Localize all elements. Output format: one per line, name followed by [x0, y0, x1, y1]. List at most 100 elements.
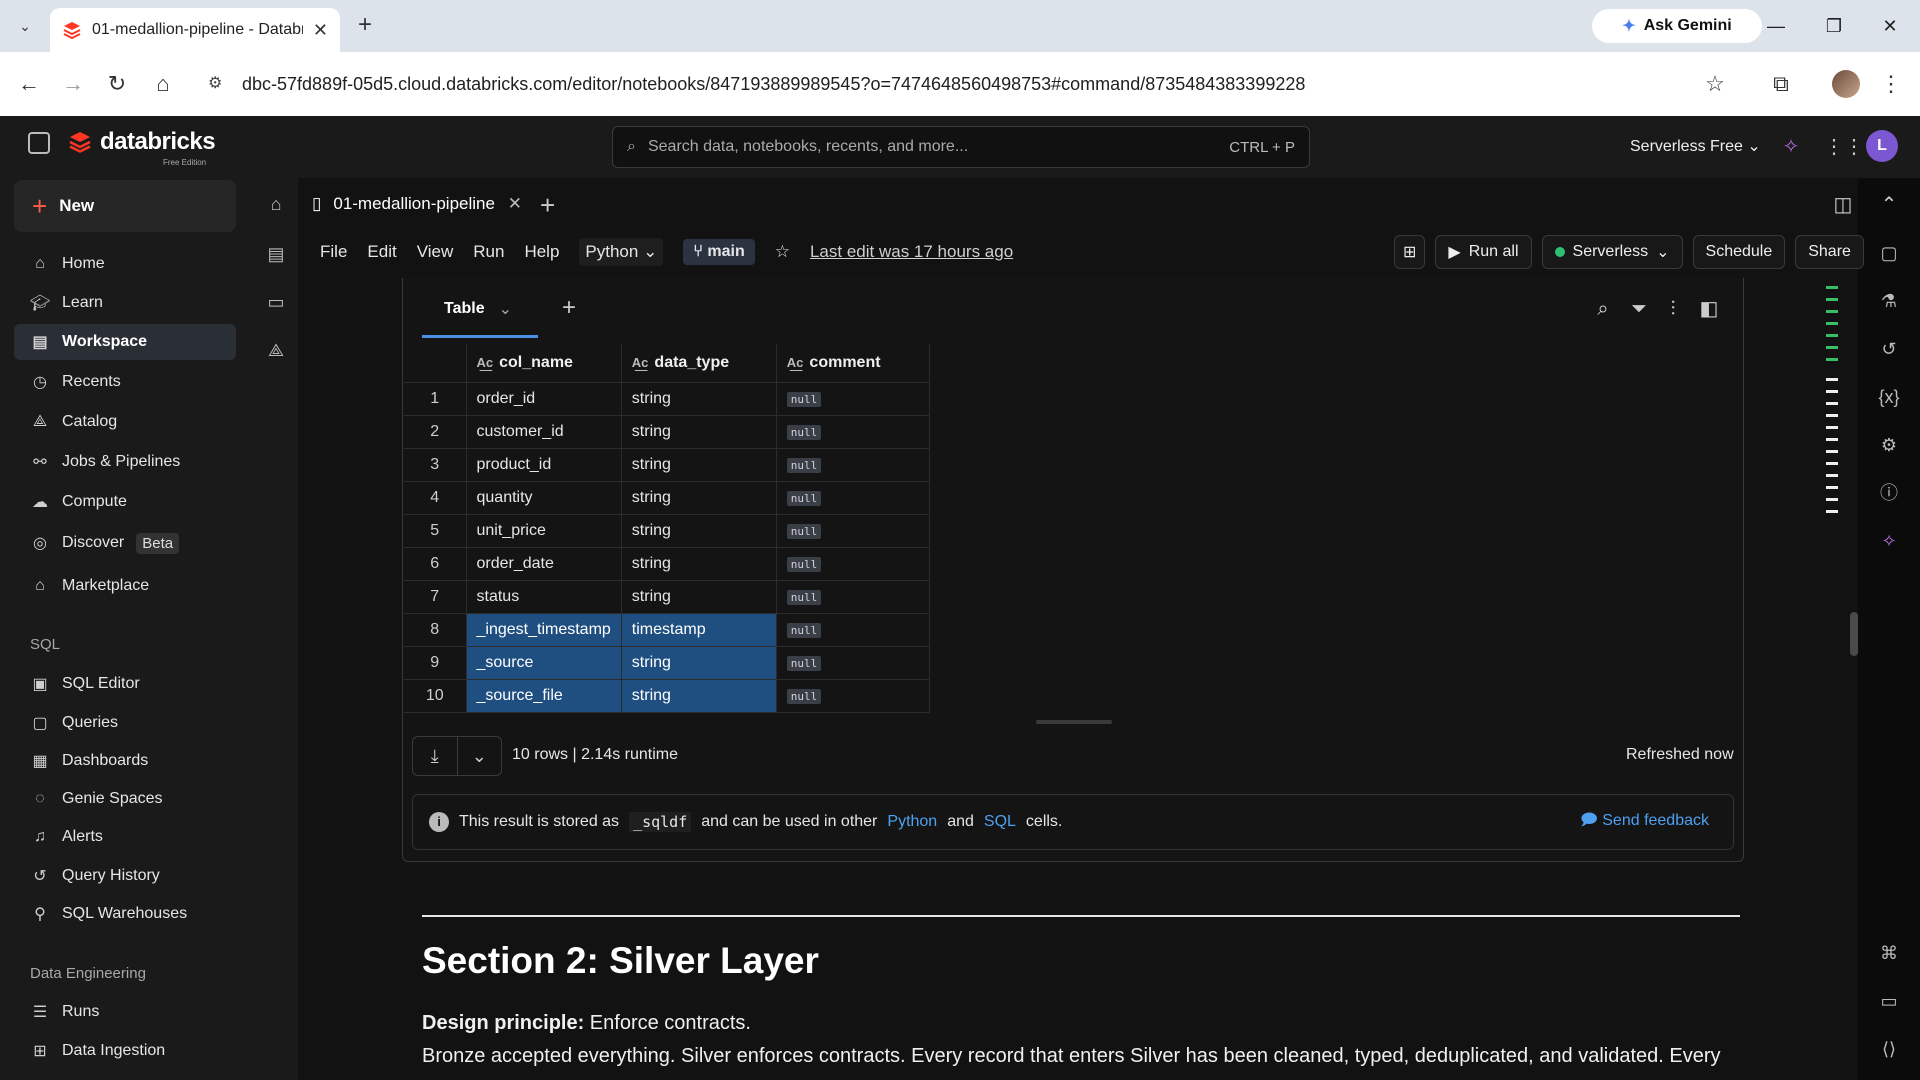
data-type-cell[interactable]: timestamp	[621, 613, 777, 647]
col-name-cell[interactable]: customer_id	[466, 415, 622, 449]
comment-cell[interactable]: null	[776, 679, 930, 713]
table-row-selected[interactable]: 10 _source_file string null	[404, 679, 930, 713]
browser-menu-icon[interactable]: ⋮	[1876, 69, 1906, 99]
url-field[interactable]: dbc-57fd889f-05d5.cloud.databricks.com/e…	[200, 61, 1720, 107]
close-tab-icon[interactable]: ✕	[313, 20, 328, 41]
table-row[interactable]: 1 order_id string null	[404, 382, 930, 416]
data-type-cell[interactable]: string	[621, 415, 777, 449]
folder-icon[interactable]: ▭	[264, 290, 288, 314]
table-row-selected[interactable]: 9 _source string null	[404, 646, 930, 680]
assistant-icon[interactable]: ✧	[1778, 134, 1804, 160]
table-row[interactable]: 7 status string null	[404, 580, 930, 614]
menu-view[interactable]: View	[417, 242, 454, 262]
menu-run[interactable]: Run	[473, 242, 504, 262]
sidebar-item-runs[interactable]: ☰ Runs	[14, 994, 236, 1030]
table-row[interactable]: 2 customer_id string null	[404, 415, 930, 449]
scrollbar-thumb[interactable]	[1850, 612, 1858, 656]
column-header[interactable]: A͟c comment	[776, 344, 930, 383]
data-type-cell[interactable]: string	[621, 646, 777, 680]
sidebar-item-discover[interactable]: ◎ Discover Beta	[14, 525, 236, 561]
minimize-icon[interactable]: —	[1756, 12, 1796, 40]
browser-tab[interactable]: 01-medallion-pipeline - Databri ✕	[50, 8, 340, 52]
sidebar-item-query-history[interactable]: ↺ Query History	[14, 858, 236, 894]
column-options-icon[interactable]: ⫶	[1660, 296, 1686, 322]
send-feedback-link[interactable]: 🗩︎ Send feedback	[1580, 809, 1709, 836]
restore-icon[interactable]: ❐	[1814, 12, 1854, 40]
sidebar-item-home[interactable]: ⌂ Home	[14, 246, 236, 282]
comment-cell[interactable]: null	[776, 547, 930, 581]
sidebar-item-queries[interactable]: ▢ Queries	[14, 705, 236, 741]
databricks-logo[interactable]: databricks	[68, 128, 216, 156]
data-type-cell[interactable]: string	[621, 382, 777, 416]
settings-sliders-icon[interactable]: ⚙	[1876, 432, 1902, 458]
site-info-icon[interactable]: ⚙	[208, 73, 222, 93]
sidebar-item-compute[interactable]: ☁ Compute	[14, 484, 236, 520]
browser-profile-avatar[interactable]	[1832, 70, 1860, 98]
data-type-cell[interactable]: string	[621, 448, 777, 482]
variables-icon[interactable]: {x}	[1876, 384, 1902, 410]
experiments-icon[interactable]: ⚗	[1876, 288, 1902, 314]
data-type-cell[interactable]: string	[621, 679, 777, 713]
table-row[interactable]: 4 quantity string null	[404, 481, 930, 515]
menu-help[interactable]: Help	[524, 242, 559, 262]
comment-cell[interactable]: null	[776, 415, 930, 449]
table-row[interactable]: 3 product_id string null	[404, 448, 930, 482]
col-name-cell[interactable]: _source	[466, 646, 622, 680]
table-row[interactable]: 6 order_date string null	[404, 547, 930, 581]
data-type-cell[interactable]: string	[621, 481, 777, 515]
schedule-button[interactable]: Schedule	[1692, 235, 1786, 269]
sidebar-item-workspace[interactable]: ▤ Workspace	[14, 324, 236, 360]
history-icon[interactable]: ↺	[1876, 336, 1902, 362]
sidebar-item-recents[interactable]: ◷ Recents	[14, 364, 236, 400]
extensions-icon[interactable]: ⧉	[1766, 69, 1796, 99]
comment-cell[interactable]: null	[776, 646, 930, 680]
tab-table[interactable]: Table ⌄	[422, 282, 538, 338]
collapse-up-icon[interactable]: ⌃	[1876, 192, 1902, 218]
new-button[interactable]: + New	[14, 180, 236, 232]
user-avatar[interactable]: L	[1866, 130, 1898, 162]
sidebar-item-catalog[interactable]: ⟁ Catalog	[14, 404, 236, 440]
column-header[interactable]: A͟c data_type	[621, 344, 777, 383]
sidebar-item-jobs-pipelines[interactable]: ⚯ Jobs & Pipelines	[14, 444, 236, 480]
comment-cell[interactable]: null	[776, 382, 930, 416]
table-of-contents-icon[interactable]: ▤	[264, 242, 288, 266]
col-name-cell[interactable]: order_date	[466, 547, 622, 581]
global-search-input[interactable]: ⌕ Search data, notebooks, recents, and m…	[612, 126, 1310, 168]
horizontal-scrollbar[interactable]	[1036, 720, 1112, 724]
vertical-scrollbar[interactable]	[1846, 278, 1860, 1068]
comment-cell[interactable]: null	[776, 448, 930, 482]
run-all-button[interactable]: ▶ Run all	[1435, 235, 1532, 269]
new-tab-icon[interactable]: +	[352, 13, 378, 39]
split-view-icon[interactable]: ◫	[1830, 192, 1856, 218]
data-type-cell[interactable]: string	[621, 514, 777, 548]
terminal-icon[interactable]: ▭	[1876, 988, 1902, 1014]
col-name-cell[interactable]: quantity	[466, 481, 622, 515]
compute-select[interactable]: Serverless ⌄	[1541, 235, 1683, 269]
col-name-cell[interactable]: unit_price	[466, 514, 622, 548]
comment-cell[interactable]: null	[776, 613, 930, 647]
sidebar-item-marketplace[interactable]: ⌂ Marketplace	[14, 568, 236, 604]
info-icon[interactable]: ⓘ	[1876, 480, 1902, 506]
favorite-star-icon[interactable]: ☆	[775, 242, 790, 262]
reload-icon[interactable]: ↻	[102, 69, 132, 99]
share-button[interactable]: Share	[1795, 235, 1864, 269]
comment-cell[interactable]: null	[776, 580, 930, 614]
language-select[interactable]: Python ⌄	[579, 238, 664, 266]
search-icon[interactable]: ⌕	[1590, 296, 1616, 322]
sidebar-item-data-ingestion[interactable]: ⊞ Data Ingestion	[14, 1033, 236, 1069]
column-header[interactable]: A͟c col_name	[466, 344, 622, 383]
chevron-down-icon[interactable]: ⌄	[458, 737, 502, 775]
menu-edit[interactable]: Edit	[367, 242, 396, 262]
sidebar-item-alerts[interactable]: ♫ Alerts	[14, 819, 236, 855]
add-visualization-icon[interactable]: +	[562, 294, 576, 322]
sidebar-item-sql-editor[interactable]: ▣ SQL Editor	[14, 666, 236, 702]
forward-icon[interactable]: →	[58, 69, 88, 99]
tab-list-icon[interactable]: ⌄	[12, 13, 38, 39]
sidebar-item-learn[interactable]: 🎓︎ Learn	[14, 285, 236, 321]
side-panel-icon[interactable]: ◧	[1696, 296, 1722, 322]
layout-toggle-button[interactable]: ⊞	[1394, 235, 1426, 269]
home-browser-icon[interactable]: ⌂	[148, 69, 178, 99]
close-icon[interactable]: ✕	[508, 194, 522, 214]
sidebar-item-sql-warehouses[interactable]: ⚲ SQL Warehouses	[14, 896, 236, 932]
git-branch-button[interactable]: ⑂ main	[683, 239, 755, 265]
